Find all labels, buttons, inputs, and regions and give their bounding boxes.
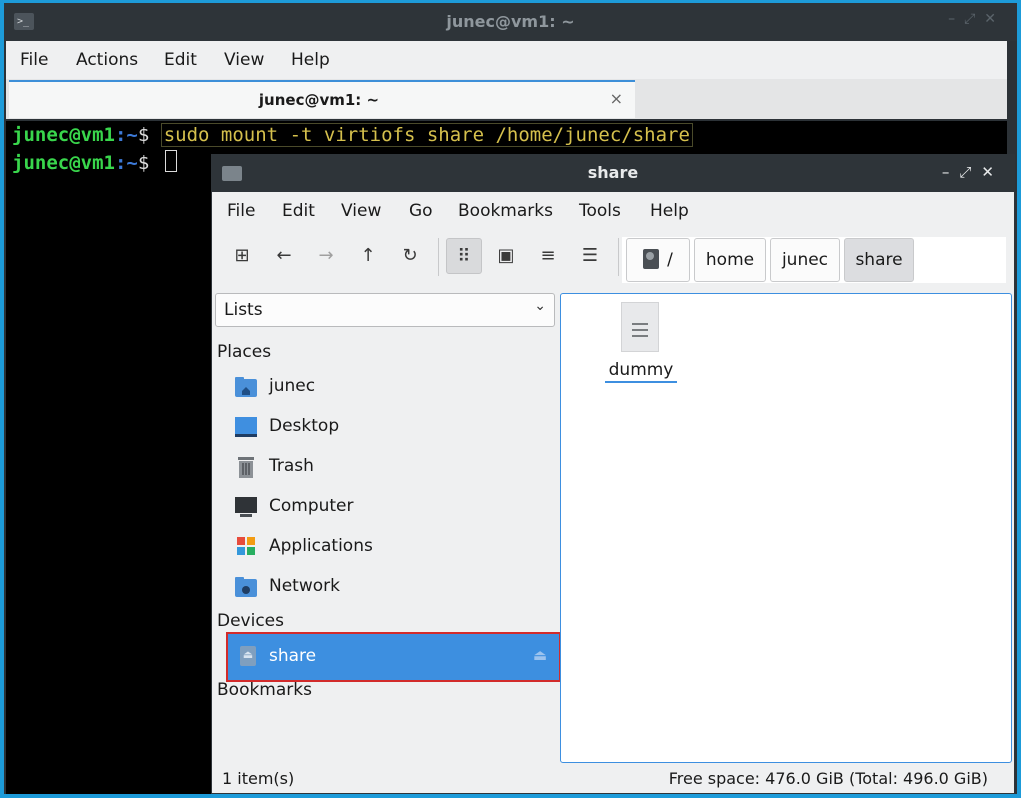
terminal-tab[interactable]: junec@vm1: ~ × bbox=[9, 80, 635, 118]
icon-view-icon[interactable]: ⠿ bbox=[446, 238, 482, 274]
applications-icon bbox=[237, 537, 255, 555]
file-manager-titlebar[interactable]: share –⤢✕ bbox=[212, 155, 1014, 192]
reload-icon[interactable]: ↻ bbox=[392, 238, 428, 274]
sidebar-item-computer[interactable]: Computer bbox=[232, 490, 552, 524]
trash-icon bbox=[238, 457, 254, 478]
menu-file[interactable]: File bbox=[20, 50, 48, 70]
status-bar: 1 item(s) Free space: 476.0 GiB (Total: … bbox=[212, 766, 1014, 793]
terminal-menubar: File Actions Edit View Help bbox=[6, 41, 1007, 79]
compact-view-icon[interactable]: ≡ bbox=[530, 238, 566, 274]
typed-command: sudo mount -t virtiofs share /home/junec… bbox=[160, 123, 693, 147]
text-file-icon bbox=[621, 302, 659, 352]
bookmarks-heading: Bookmarks bbox=[217, 680, 312, 700]
drive-icon: ⏏ bbox=[240, 646, 256, 666]
menu-file[interactable]: File bbox=[227, 201, 255, 221]
terminal-window-controls: –⤢✕ bbox=[948, 11, 1005, 27]
menu-actions[interactable]: Actions bbox=[76, 50, 138, 70]
maximize-icon[interactable]: ⤢ bbox=[964, 11, 984, 27]
desktop-icon bbox=[235, 417, 257, 437]
breadcrumb-root[interactable]: / bbox=[626, 238, 690, 282]
file-item[interactable]: dummy bbox=[605, 302, 677, 386]
menu-help[interactable]: Help bbox=[650, 201, 689, 221]
terminal-line: junec@vm1:~$ bbox=[12, 150, 177, 174]
back-arrow-icon[interactable]: ← bbox=[266, 238, 302, 274]
menu-go[interactable]: Go bbox=[409, 201, 433, 221]
thumbnail-view-icon[interactable]: ▣ bbox=[488, 238, 524, 274]
menu-edit[interactable]: Edit bbox=[282, 201, 315, 221]
terminal-cursor bbox=[164, 150, 177, 172]
new-tab-icon[interactable]: ⊞ bbox=[224, 238, 260, 274]
file-manager-window-controls: –⤢✕ bbox=[942, 163, 1004, 181]
places-heading: Places bbox=[217, 342, 272, 362]
sidebar-item-share-device[interactable]: ⏏ share ⏏ bbox=[226, 632, 561, 682]
home-folder-icon bbox=[235, 377, 257, 397]
devices-heading: Devices bbox=[217, 611, 284, 631]
toolbar-separator bbox=[618, 238, 619, 276]
terminal-tabbar: junec@vm1: ~ × bbox=[6, 79, 1007, 119]
breadcrumb-home[interactable]: home bbox=[694, 238, 766, 282]
close-icon[interactable]: ✕ bbox=[981, 163, 1004, 181]
side-pane-mode-select[interactable]: Lists ⌄ bbox=[215, 293, 555, 327]
path-bar: / home junec share bbox=[622, 237, 1006, 283]
terminal-line: junec@vm1:~$ sudo mount -t virtiofs shar… bbox=[12, 123, 693, 147]
up-arrow-icon[interactable]: ↑ bbox=[350, 238, 386, 274]
menu-help[interactable]: Help bbox=[291, 50, 330, 70]
file-view[interactable]: dummy bbox=[560, 293, 1012, 763]
file-manager-title: share bbox=[587, 163, 639, 182]
chevron-down-icon: ⌄ bbox=[534, 298, 546, 314]
free-space: Free space: 476.0 GiB (Total: 496.0 GiB) bbox=[668, 769, 988, 788]
minimize-icon[interactable]: – bbox=[942, 163, 960, 181]
terminal-title: junec@vm1: ~ bbox=[446, 12, 575, 31]
detailed-list-view-icon[interactable]: ☰ bbox=[572, 238, 608, 274]
computer-icon bbox=[235, 497, 257, 517]
sidebar-item-junec[interactable]: junec bbox=[232, 370, 552, 404]
file-manager-window: share –⤢✕ File Edit View Go Bookmarks To… bbox=[211, 154, 1015, 794]
breadcrumb-share[interactable]: share bbox=[844, 238, 914, 282]
file-manager-menubar: File Edit View Go Bookmarks Tools Help bbox=[212, 192, 1014, 228]
menu-edit[interactable]: Edit bbox=[164, 50, 197, 70]
drive-icon bbox=[643, 249, 660, 269]
menu-bookmarks[interactable]: Bookmarks bbox=[458, 201, 553, 221]
maximize-icon[interactable]: ⤢ bbox=[959, 163, 981, 181]
file-name: dummy bbox=[605, 360, 677, 383]
toolbar-separator bbox=[438, 238, 439, 276]
menu-view[interactable]: View bbox=[224, 50, 264, 70]
minimize-icon[interactable]: – bbox=[948, 11, 964, 27]
terminal-titlebar[interactable]: >_ junec@vm1: ~ –⤢✕ bbox=[4, 3, 1017, 41]
menu-tools[interactable]: Tools bbox=[579, 201, 621, 221]
network-folder-icon bbox=[235, 577, 257, 597]
breadcrumb-junec[interactable]: junec bbox=[770, 238, 840, 282]
forward-arrow-icon[interactable]: → bbox=[308, 238, 344, 274]
menu-view[interactable]: View bbox=[341, 201, 381, 221]
close-icon[interactable]: ✕ bbox=[984, 11, 1005, 27]
sidebar-item-network[interactable]: Network bbox=[232, 570, 552, 604]
terminal-tab-label: junec@vm1: ~ bbox=[258, 91, 380, 109]
item-count: 1 item(s) bbox=[222, 769, 295, 788]
close-tab-icon[interactable]: × bbox=[610, 89, 623, 108]
file-manager-toolbar: ⊞ ← → ↑ ↻ ⠿ ▣ ≡ ☰ / home junec share bbox=[212, 228, 1014, 286]
eject-icon[interactable]: ⏏ bbox=[533, 646, 547, 664]
sidebar-item-trash[interactable]: Trash bbox=[232, 450, 552, 484]
sidebar-item-applications[interactable]: Applications bbox=[232, 530, 552, 564]
side-pane: Lists ⌄ Places junec Desktop Trash Compu… bbox=[212, 286, 561, 766]
sidebar-item-desktop[interactable]: Desktop bbox=[232, 410, 552, 444]
